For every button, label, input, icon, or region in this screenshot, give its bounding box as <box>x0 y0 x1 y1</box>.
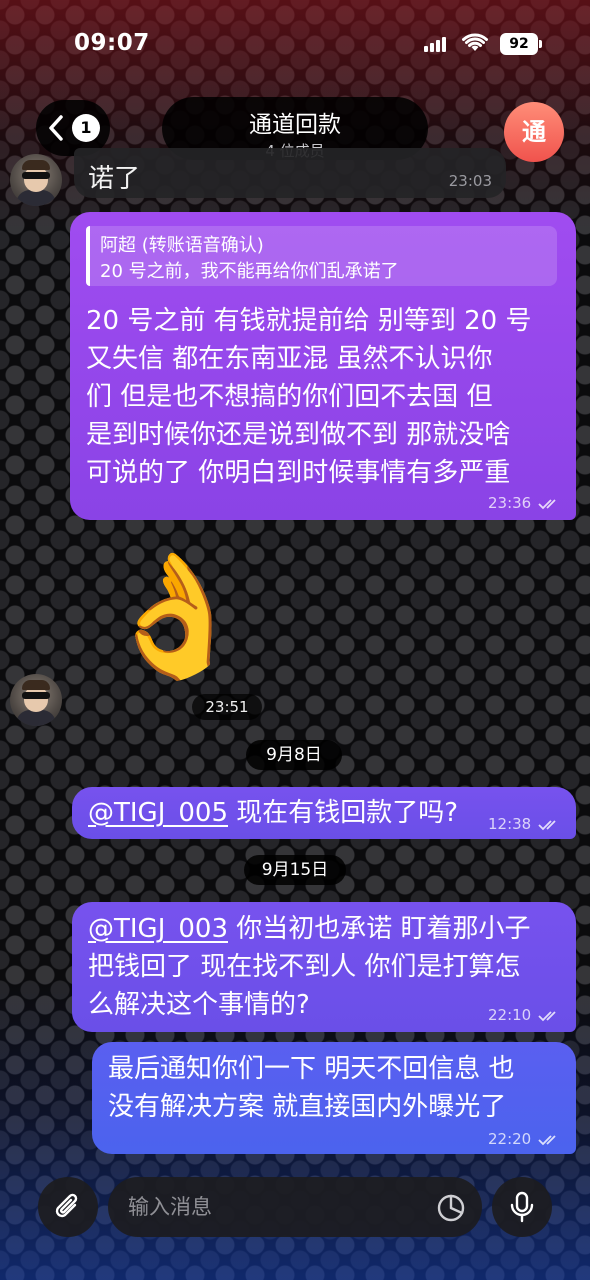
outgoing-reply-message[interactable]: 阿超 (转账语音确认) 20 号之前，我不能再给你们乱承诺了 20 号之前 有钱… <box>70 212 576 520</box>
message-body: 你当初也承诺 盯着那小子 <box>228 914 531 944</box>
message-line: 把钱回了 现在找不到人 你们是打算怎 <box>88 952 521 982</box>
message-line: 没有解决方案 就直接国内外曝光了 <box>108 1092 507 1122</box>
message-time: 12:38 <box>487 815 532 833</box>
message-text: 诺了 <box>88 164 141 194</box>
mention-link[interactable]: @TIGJ_003 <box>88 914 228 944</box>
double-check-icon <box>538 819 556 830</box>
message-time: 22:20 <box>487 1130 532 1148</box>
status-bar: 09:07 92 <box>0 0 590 88</box>
avatar[interactable] <box>10 154 62 206</box>
paperclip-icon <box>55 1193 78 1218</box>
incoming-message[interactable]: 诺了 23:03 <box>74 148 506 198</box>
message-meta: 12:38 <box>488 815 560 833</box>
message-line: 可说的了 你明白到时候事情有多严重 <box>86 458 511 488</box>
outgoing-message[interactable]: @TIGJ_003 你当初也承诺 盯着那小子 把钱回了 现在找不到人 你们是打算… <box>72 902 576 1032</box>
message-time: 23:03 <box>448 172 492 190</box>
double-check-icon <box>538 1010 556 1021</box>
message-line: 20 号之前 有钱就提前给 别等到 20 号 <box>86 306 532 336</box>
date-separator: 9月15日 <box>244 855 346 885</box>
avatar[interactable] <box>10 674 62 726</box>
cellular-signal-icon <box>424 36 448 52</box>
unread-count-badge: 1 <box>72 114 100 142</box>
message-line: 是到时候你还是说到做不到 那就没啥 <box>86 420 511 450</box>
date-separator: 9月8日 <box>246 740 342 770</box>
message-time: 23:36 <box>487 494 532 512</box>
attach-button[interactable] <box>38 1177 98 1237</box>
message-text: @TIGJ_005 现在有钱回款了吗? <box>88 794 458 832</box>
mention-link[interactable]: @TIGJ_005 <box>88 798 228 828</box>
reply-quote[interactable]: 阿超 (转账语音确认) 20 号之前，我不能再给你们乱承诺了 <box>86 226 557 286</box>
reply-text: 20 号之前，我不能再给你们乱承诺了 <box>100 261 399 282</box>
message-meta: 22:20 <box>488 1130 560 1148</box>
message-meta: 23:36 <box>488 494 560 512</box>
microphone-button[interactable] <box>492 1177 552 1237</box>
wifi-icon <box>462 33 488 51</box>
message-line: @TIGJ_003 你当初也承诺 盯着那小子 <box>88 910 531 948</box>
outgoing-message[interactable]: @TIGJ_005 现在有钱回款了吗? 12:38 <box>72 787 576 839</box>
outgoing-message[interactable]: 最后通知你们一下 明天不回信息 也 没有解决方案 就直接国内外曝光了 22:20 <box>92 1042 576 1154</box>
message-time: 22:10 <box>487 1006 532 1024</box>
message-line: 么解决这个事情的? <box>88 990 310 1020</box>
sticker-time: 23:51 <box>192 694 262 720</box>
reply-author: 阿超 (转账语音确认) <box>100 235 264 256</box>
message-line: 最后通知你们一下 明天不回信息 也 <box>108 1054 515 1084</box>
message-meta: 22:10 <box>488 1006 560 1024</box>
message-input[interactable] <box>108 1177 482 1237</box>
double-check-icon <box>538 498 556 509</box>
group-avatar[interactable]: 通 <box>504 102 564 162</box>
chat-title: 通道回款 <box>249 112 341 138</box>
double-check-icon <box>538 1134 556 1145</box>
message-body: 现在有钱回款了吗? <box>228 798 459 828</box>
sticker-icon[interactable] <box>436 1193 466 1223</box>
chevron-left-icon <box>49 115 63 141</box>
message-line: 们 但是也不想搞的你们回不去国 但 <box>86 382 493 412</box>
message-line: 又失信 都在东南亚混 虽然不认识你 <box>86 344 493 374</box>
microphone-icon <box>510 1191 534 1223</box>
status-time: 09:07 <box>74 30 150 56</box>
battery-icon: 92 <box>500 33 542 55</box>
